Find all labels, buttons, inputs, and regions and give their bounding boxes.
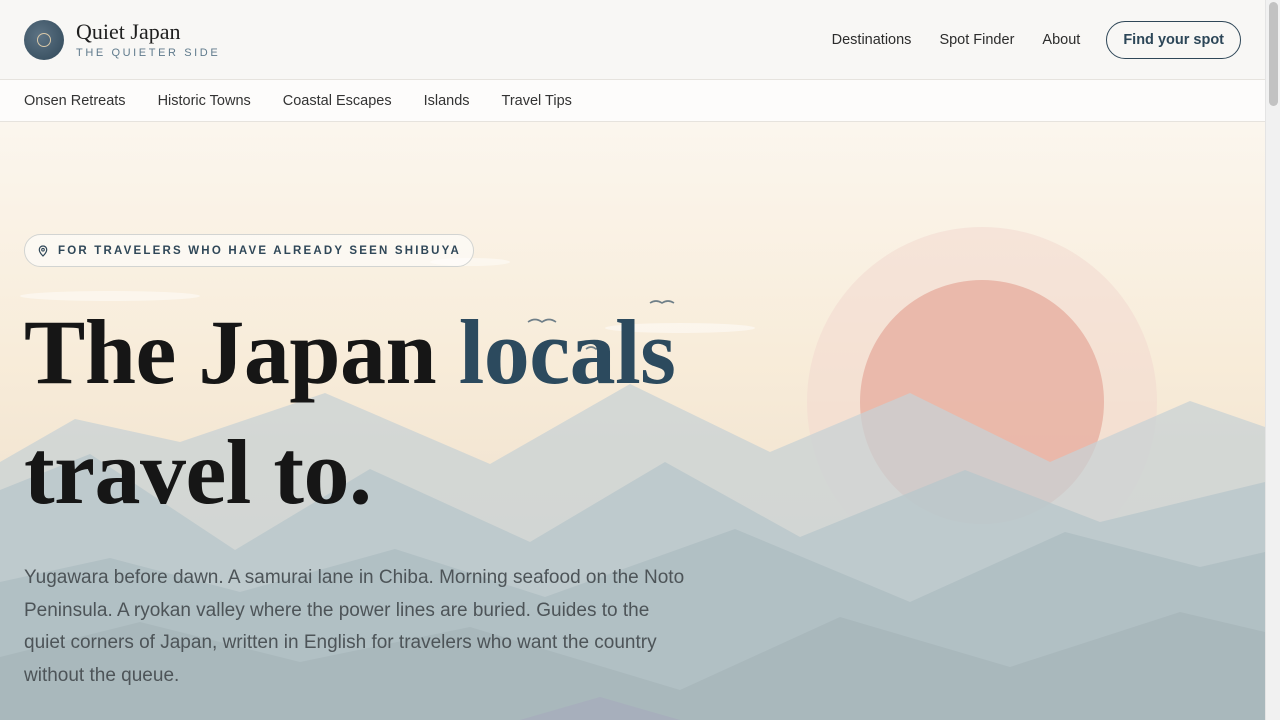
hero-section: FOR TRAVELERS WHO HAVE ALREADY SEEN SHIB… (0, 122, 1265, 720)
headline-part-2: travel to. (24, 421, 372, 523)
main-nav: Destinations Spot Finder About Find your… (804, 20, 1241, 59)
headline-accent: locals (458, 301, 676, 403)
scrollbar-thumb[interactable] (1269, 2, 1278, 106)
audience-tag-label: FOR TRAVELERS WHO HAVE ALREADY SEEN SHIB… (58, 244, 462, 257)
logo-circle-icon[interactable] (24, 19, 64, 60)
site-header: Quiet Japan THE QUIETER SIDE Destination… (0, 0, 1265, 80)
headline-part-1: The Japan (24, 301, 459, 403)
brand-name: Quiet Japan (76, 19, 181, 44)
audience-tag: FOR TRAVELERS WHO HAVE ALREADY SEEN SHIB… (24, 234, 475, 267)
subnav-item-onsen-retreats[interactable]: Onsen Retreats (24, 93, 126, 109)
category-nav: Onsen Retreats Historic Towns Coastal Es… (0, 80, 1265, 122)
subnav-item-historic-towns[interactable]: Historic Towns (158, 93, 251, 109)
brand[interactable]: Quiet Japan THE QUIETER SIDE (76, 19, 221, 60)
nav-link-spot-finder[interactable]: Spot Finder (939, 32, 1014, 48)
location-pin-icon (38, 244, 48, 257)
hero-headline: The Japan locals travel to. (24, 292, 784, 532)
hero-description: Yugawara before dawn. A samurai lane in … (24, 567, 685, 686)
nav-link-destinations[interactable]: Destinations (832, 32, 912, 48)
subnav-item-travel-tips[interactable]: Travel Tips (502, 93, 572, 109)
subnav-item-islands[interactable]: Islands (424, 93, 470, 109)
subnav-item-coastal-escapes[interactable]: Coastal Escapes (283, 93, 392, 109)
find-your-spot-button[interactable]: Find your spot (1106, 20, 1241, 59)
brand-tagline: THE QUIETER SIDE (76, 47, 221, 59)
nav-link-about[interactable]: About (1042, 32, 1080, 48)
page-scrollbar[interactable] (1265, 0, 1280, 720)
